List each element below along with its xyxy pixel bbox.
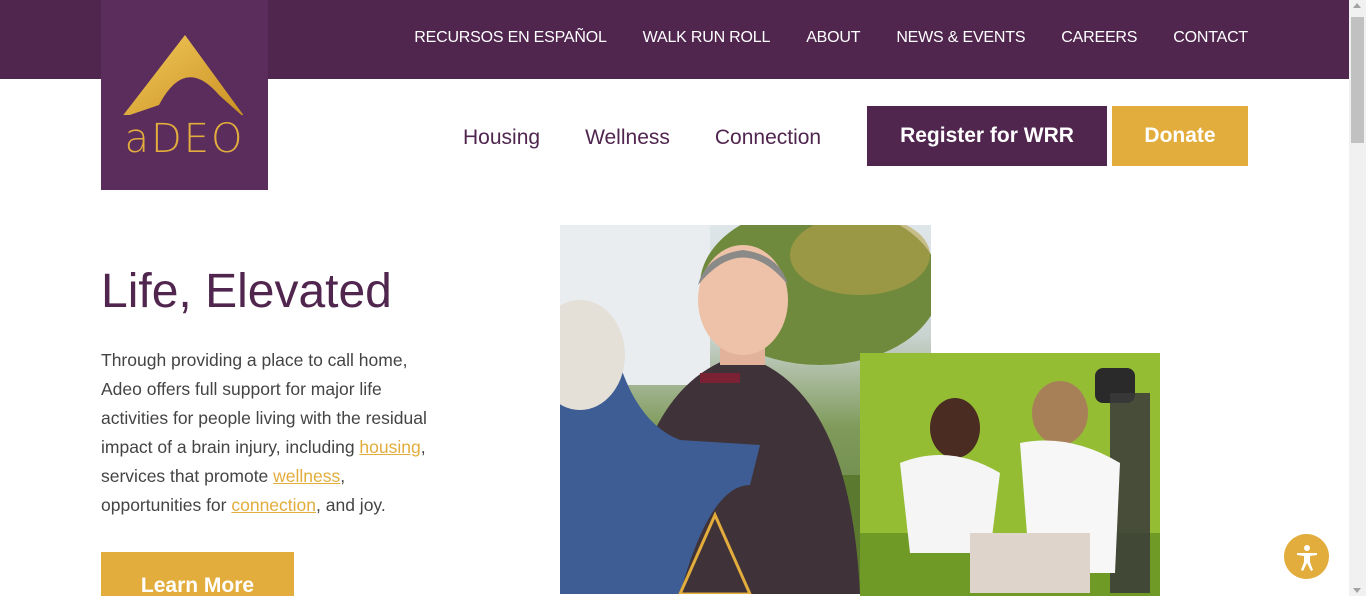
page-scrollbar[interactable] xyxy=(1349,0,1366,596)
connection-link[interactable]: connection xyxy=(231,495,316,515)
utility-nav: RECURSOS EN ESPAÑOL WALK RUN ROLL ABOUT … xyxy=(378,29,1248,47)
donate-button[interactable]: Donate xyxy=(1112,106,1248,166)
scroll-down-arrow-icon[interactable] xyxy=(1353,588,1361,593)
hero-title: Life, Elevated xyxy=(101,265,392,318)
adeo-logo[interactable]: aDEO xyxy=(101,0,268,190)
logo-mark-icon xyxy=(123,35,244,115)
hero-photo-women xyxy=(860,353,1160,596)
main-nav: Housing Wellness Connection xyxy=(463,126,866,150)
nav-link-walk-run-roll[interactable]: WALK RUN ROLL xyxy=(643,29,771,47)
nav-link-housing[interactable]: Housing xyxy=(463,126,540,150)
housing-link[interactable]: housing xyxy=(359,437,420,457)
accessibility-button[interactable] xyxy=(1284,534,1329,579)
nav-link-news-events[interactable]: NEWS & EVENTS xyxy=(896,29,1025,47)
hero-text-part: , and joy. xyxy=(316,495,386,515)
photo-illustration xyxy=(860,353,1160,596)
scroll-up-arrow-icon[interactable] xyxy=(1353,3,1361,8)
hero-text: Through providing a place to call home, … xyxy=(101,346,446,520)
nav-link-wellness[interactable]: Wellness xyxy=(585,126,670,150)
learn-more-button[interactable]: Learn More xyxy=(101,552,294,596)
nav-link-careers[interactable]: CAREERS xyxy=(1061,29,1137,47)
wellness-link[interactable]: wellness xyxy=(273,466,340,486)
nav-link-connection[interactable]: Connection xyxy=(715,126,821,150)
accessibility-icon xyxy=(1296,544,1317,571)
logo-wordmark: aDEO xyxy=(124,116,245,162)
nav-link-contact[interactable]: CONTACT xyxy=(1173,29,1248,47)
register-wrr-button[interactable]: Register for WRR xyxy=(867,106,1107,166)
nav-link-about[interactable]: ABOUT xyxy=(806,29,860,47)
nav-link-recursos[interactable]: RECURSOS EN ESPAÑOL xyxy=(414,29,607,47)
scrollbar-thumb[interactable] xyxy=(1351,17,1364,143)
